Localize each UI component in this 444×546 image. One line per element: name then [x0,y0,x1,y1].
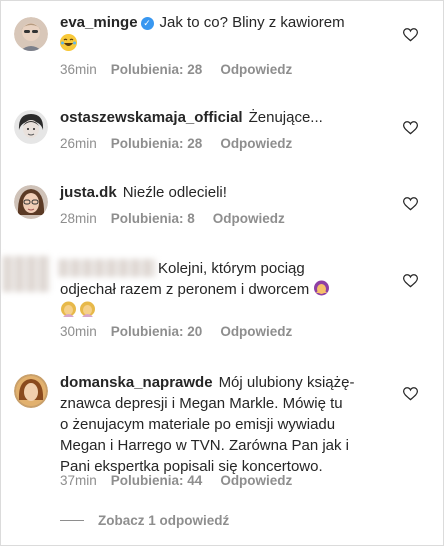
view-replies-label[interactable]: Zobacz 1 odpowiedź [98,513,229,528]
comment-meta: 28min Polubienia: 8 Odpowiedz [60,211,303,226]
comment-likes[interactable]: Polubienia: 20 [111,324,203,339]
comment-username[interactable]: ostaszewskamaja_official [60,109,243,126]
comment-body: Żenujące... [248,109,323,126]
comment-meta: 36min Polubienia: 28 Odpowiedz [60,62,310,77]
comment-likes[interactable]: Polubienia: 8 [111,211,195,226]
view-replies-button[interactable]: Zobacz 1 odpowiedź [60,513,229,528]
comment-body-line: Megan i Harrego w TVN. Zarówna Pan jak i [60,437,350,454]
verified-badge-icon: ✓ [140,17,154,30]
like-heart-icon[interactable] [403,274,418,288]
comment-time[interactable]: 30min [60,324,97,339]
comment-text: domanska_naprawde Mój ulubiony książę- zn… [60,372,390,477]
comment-meta: 26min Polubienia: 28 Odpowiedz [60,136,310,151]
comment-body: Nieźle odlecieli! [122,184,227,201]
comment-body-line: o żenujacym materiale po emisji wywiadu [60,416,336,433]
like-heart-icon[interactable] [403,121,418,135]
reply-button[interactable]: Odpowiedz [220,324,292,339]
like-heart-icon[interactable] [403,28,418,42]
comment-likes[interactable]: Polubienia: 44 [111,473,203,488]
avatar[interactable] [14,374,48,408]
comment-meta: 37min Polubienia: 44 Odpowiedz [60,473,310,488]
comment-text: justa.dk Nieźle odlecieli! [60,182,390,203]
laughing-emoji-icon [60,34,77,51]
woman-facepalming-emoji-icon [79,301,96,318]
comment-username[interactable]: justa.dk [60,184,117,201]
like-heart-icon[interactable] [403,197,418,211]
comment-time[interactable]: 36min [60,62,97,77]
avatar[interactable] [14,110,48,144]
redacted-avatar [2,256,50,292]
comment-body: Jak to co? Bliny z kawiorem [159,14,345,31]
reply-button[interactable]: Odpowiedz [220,473,292,488]
comment-time[interactable]: 26min [60,136,97,151]
comment-username[interactable]: domanska_naprawde [60,374,213,391]
comment-meta: 30min Polubienia: 20 Odpowiedz [60,324,310,339]
comment-text: eva_minge ✓ Jak to co? Bliny z kawiorem [60,12,390,54]
view-replies-line [60,520,84,521]
comment-time[interactable]: 37min [60,473,97,488]
woman-facepalming-emoji-icon [60,301,77,318]
comment-body-line: Kolejni, którym pociąg [158,260,305,277]
comment-likes[interactable]: Polubienia: 28 [111,62,203,77]
avatar[interactable] [14,17,48,51]
comment-username[interactable]: eva_minge [60,14,138,31]
comment-body-line: odjechał razem z peronem i dworcem [60,281,310,298]
like-heart-icon[interactable] [403,387,418,401]
comment-likes[interactable]: Polubienia: 28 [111,136,203,151]
comment-body-line: znawca depresji i Megan Markle. Mówię tu [60,395,343,412]
reply-button[interactable]: Odpowiedz [220,136,292,151]
comment-text: Kolejni, którym pociąg odjechał razem z … [60,258,390,321]
woman-facepalming-emoji-icon [313,280,330,297]
comment-time[interactable]: 28min [60,211,97,226]
avatar[interactable] [14,185,48,219]
comment-body-line: Mój ulubiony książę- [218,374,355,391]
comment-text: ostaszewskamaja_official Żenujące... [60,107,390,128]
reply-button[interactable]: Odpowiedz [213,211,285,226]
reply-button[interactable]: Odpowiedz [220,62,292,77]
